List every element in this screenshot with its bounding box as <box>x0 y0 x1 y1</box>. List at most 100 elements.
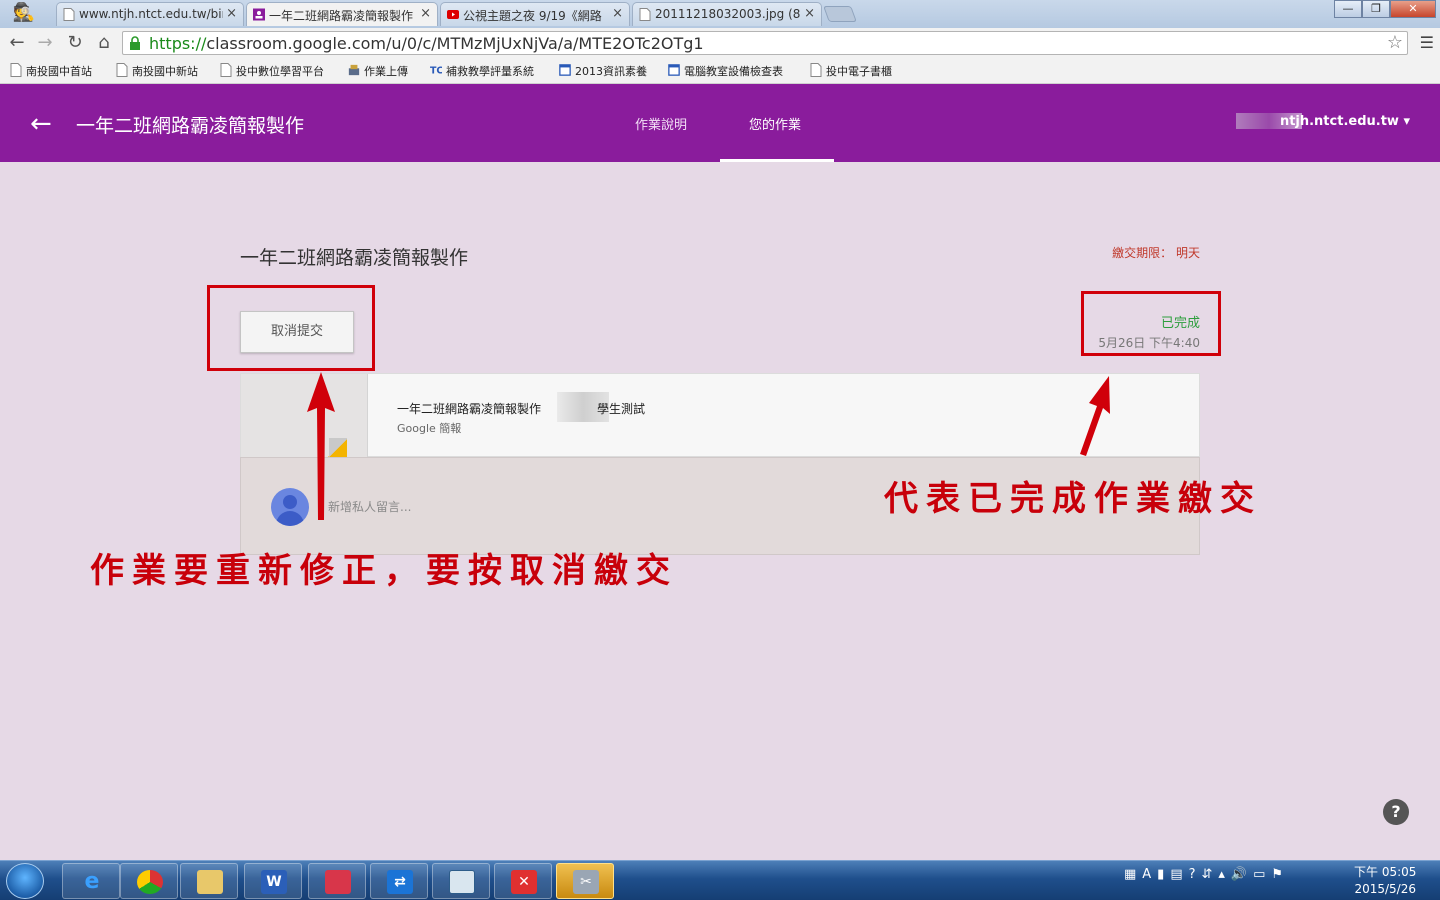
home-icon[interactable]: ⌂ <box>93 32 115 53</box>
assignment-title: 一年二班網路霸凌簡報製作 <box>240 247 469 269</box>
snipping-tool-icon: ✂ <box>573 870 599 894</box>
bookmark-item[interactable]: 電腦教室設備檢查表 <box>666 63 783 79</box>
annotation-text-left: 作業要重新修正，要按取消繳交 <box>90 551 678 591</box>
bookmark-label: 南投國中首站 <box>26 65 92 78</box>
browser-toolbar: ← → ↻ ⌂ https://classroom.google.com/u/0… <box>0 28 1440 58</box>
taskbar-explorer[interactable] <box>180 863 238 899</box>
dropdown-caret-icon: ▾ <box>1403 114 1410 129</box>
windows-taskbar: e W ⇄ ✕ ✂ ▦A▮▤?⇵▴🔊▭⚑ 下午 05:05 2015/5/26 <box>0 860 1440 900</box>
reload-icon[interactable]: ↻ <box>64 32 86 53</box>
taskbar-snipping[interactable]: ✂ <box>556 863 614 899</box>
taskbar-xmind[interactable]: ✕ <box>494 863 552 899</box>
clock-time: 下午 05:05 <box>1354 865 1417 879</box>
taskbar-word[interactable]: W <box>244 863 302 899</box>
bookmark-item[interactable]: 南投國中新站 <box>114 63 198 79</box>
bookmark-star-icon[interactable]: ☆ <box>1387 32 1403 53</box>
bookmarks-bar: 南投國中首站 南投國中新站 投中數位學習平台 作業上傳 TC 補救教學評量系統 2… <box>0 58 1440 84</box>
page-icon <box>116 63 128 77</box>
class-title: 一年二班網路霸凌簡報製作 <box>76 115 305 137</box>
tab-close-icon[interactable]: × <box>226 6 237 21</box>
system-tray[interactable]: ▦A▮▤?⇵▴🔊▭⚑ <box>1124 867 1289 882</box>
avatar-head <box>283 495 297 509</box>
clock-date: 2015/5/26 <box>1354 882 1416 896</box>
chrome-icon <box>137 870 163 894</box>
url-path: classroom.google.com/u/0/c/MTMzMjUxNjVa/… <box>206 34 704 53</box>
tab-close-icon[interactable]: × <box>420 6 431 21</box>
tab-close-icon[interactable]: × <box>612 6 623 21</box>
browser-tab-1[interactable]: www.ntjh.ntct.edu.tw/bir × <box>56 2 244 26</box>
close-window-button[interactable]: ✕ <box>1390 0 1436 18</box>
incognito-icon: 🕵 <box>12 2 36 23</box>
app-red-icon <box>325 870 351 894</box>
classroom-header: ← 一年二班網路霸凌簡報製作 作業說明 您的作業 ntjh.ntct.edu.t… <box>0 84 1440 162</box>
browser-tab-4[interactable]: 20111218032003.jpg (89 × <box>632 2 822 26</box>
window-controls: — ❐ ✕ <box>1334 0 1436 20</box>
tab-your-work[interactable]: 您的作業 <box>749 114 801 133</box>
annotation-arrow-right <box>1080 376 1110 456</box>
tab-close-icon[interactable]: × <box>804 6 815 21</box>
classroom-icon <box>253 8 265 21</box>
bookmark-item[interactable]: 2013資訊素養 <box>557 63 647 79</box>
bookmark-label: 投中數位學習平台 <box>236 65 324 78</box>
attachment-card[interactable]: 一年二班網路霸凌簡報製作 學生測試 Google 簡報 <box>240 373 1200 458</box>
active-tab-indicator <box>720 159 834 162</box>
tab-label: www.ntjh.ntct.edu.tw/bir <box>79 7 223 21</box>
bookmark-label: 南投國中新站 <box>132 65 198 78</box>
tab-label: 20111218032003.jpg (89 <box>655 7 801 21</box>
slides-thumbnail <box>241 374 368 458</box>
avatar-body <box>276 511 304 526</box>
url-scheme: https:// <box>149 34 207 53</box>
annotation-box-unsubmit <box>207 285 375 371</box>
bookmark-item[interactable]: 投中數位學習平台 <box>218 63 324 79</box>
grid-page-icon <box>668 64 680 76</box>
grid-page-icon <box>559 64 571 76</box>
browser-tab-3[interactable]: 公視主題之夜 9/19《網路 × <box>440 2 630 26</box>
taskbar-ie[interactable]: e <box>62 863 120 899</box>
lock-icon <box>130 36 140 50</box>
account-email: ntjh.ntct.edu.tw <box>1279 114 1399 129</box>
annotation-text-right: 代表已完成作業繳交 <box>884 479 1262 519</box>
xmind-icon: ✕ <box>511 870 537 894</box>
taskbar-chrome[interactable] <box>120 863 178 899</box>
forward-icon[interactable]: → <box>34 32 56 53</box>
taskbar-window[interactable] <box>432 863 490 899</box>
youtube-icon <box>447 10 459 19</box>
taskbar-teamviewer[interactable]: ⇄ <box>370 863 428 899</box>
bookmark-item[interactable]: TC 補救教學評量系統 <box>428 63 534 79</box>
page-icon <box>220 63 232 77</box>
teamviewer-icon: ⇄ <box>387 870 413 894</box>
page-icon <box>810 63 822 77</box>
taskbar-clock[interactable]: 下午 05:05 2015/5/26 <box>1354 864 1416 898</box>
help-icon[interactable]: ? <box>1383 799 1409 825</box>
ie-icon: e <box>84 869 100 894</box>
window-icon <box>449 870 475 894</box>
tab-label: 一年二班網路霸凌簡報製作 <box>269 9 414 23</box>
bookmark-item[interactable]: 投中電子書櫃 <box>808 63 892 79</box>
address-bar[interactable]: https://classroom.google.com/u/0/c/MTMzM… <box>122 31 1408 55</box>
account-switcher[interactable]: ntjh.ntct.edu.tw ▾ <box>1280 114 1410 129</box>
browser-titlebar: 🕵 www.ntjh.ntct.edu.tw/bir × 一年二班網路霸凌簡報製… <box>0 0 1440 28</box>
tab-label: 公視主題之夜 9/19《網路 <box>463 9 602 23</box>
bookmark-item[interactable]: 作業上傳 <box>346 63 408 79</box>
bookmark-label: 電腦教室設備檢查表 <box>684 65 783 78</box>
browser-tab-2[interactable]: 一年二班網路霸凌簡報製作 × <box>246 2 438 26</box>
bookmark-item[interactable]: 南投國中首站 <box>8 63 92 79</box>
new-tab-button[interactable] <box>823 6 857 22</box>
avatar <box>271 488 309 526</box>
attachment-name-suffix: 學生測試 <box>597 402 646 416</box>
attachment-type: Google 簡報 <box>397 422 462 435</box>
comment-input[interactable]: 新增私人留言... <box>328 498 411 515</box>
back-arrow-icon[interactable]: ← <box>30 109 52 139</box>
minimize-button[interactable]: — <box>1334 0 1362 18</box>
bookmark-label: 作業上傳 <box>364 65 408 78</box>
back-icon[interactable]: ← <box>6 32 28 53</box>
assessment-icon: TC <box>430 65 442 76</box>
chrome-menu-icon[interactable]: ☰ <box>1420 33 1434 52</box>
tab-instructions[interactable]: 作業說明 <box>635 114 687 133</box>
attachment-name-prefix: 一年二班網路霸凌簡報製作 <box>397 402 542 416</box>
taskbar-app-red[interactable] <box>308 863 366 899</box>
page-icon <box>639 8 651 21</box>
start-button[interactable] <box>6 863 44 899</box>
maximize-button[interactable]: ❐ <box>1362 0 1390 18</box>
attachment-name: 一年二班網路霸凌簡報製作 學生測試 <box>397 400 645 417</box>
